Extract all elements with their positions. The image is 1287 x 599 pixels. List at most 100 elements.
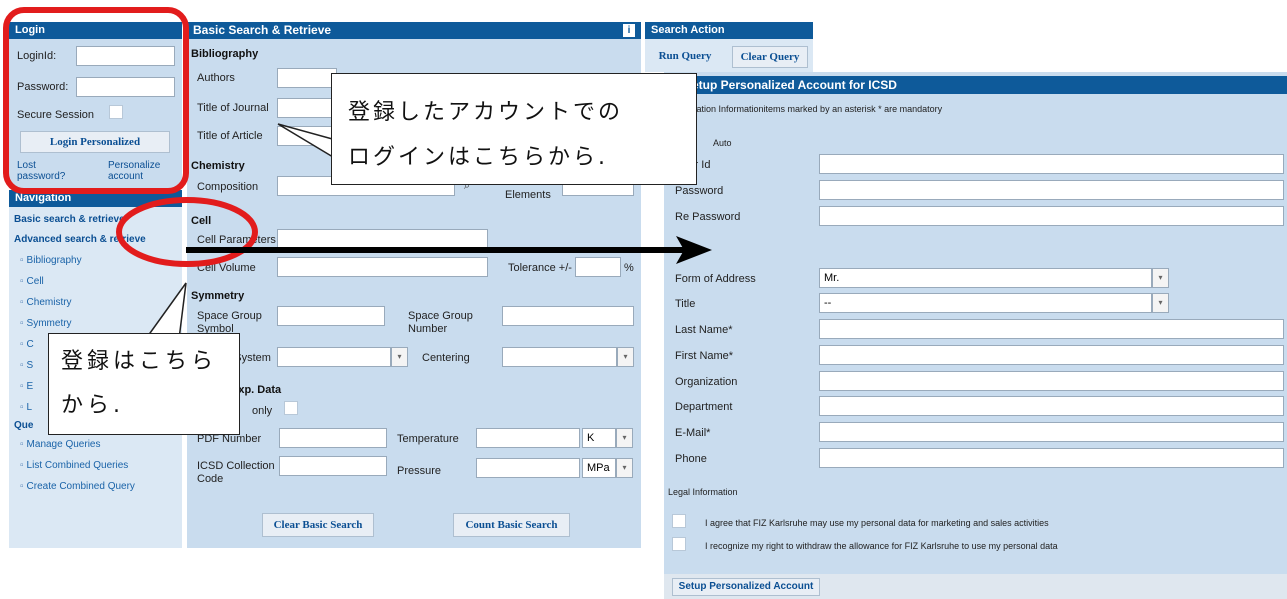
- nav-item-e[interactable]: ▫ E: [20, 381, 33, 392]
- login-callout-line1: 登録したアカウントでの: [348, 100, 624, 125]
- title-select[interactable]: [819, 293, 1152, 313]
- phone-input[interactable]: [819, 448, 1284, 468]
- email-input[interactable]: [819, 422, 1284, 442]
- pressure-label: Pressure: [397, 465, 442, 477]
- chevron-down-icon[interactable]: ▾: [616, 458, 633, 478]
- exp-data-checkbox[interactable]: [284, 401, 298, 415]
- agree-marketing-label: I agree that FIZ Karlsruhe may use my pe…: [705, 518, 1049, 528]
- document-icon: ▫: [20, 481, 24, 492]
- centering-select[interactable]: [502, 347, 617, 367]
- auto-label: Auto: [713, 138, 732, 148]
- setup-personalized-account-button[interactable]: Setup Personalized Account: [672, 578, 820, 596]
- nav-item-label: Chemistry: [26, 297, 72, 308]
- department-input[interactable]: [819, 396, 1284, 416]
- centering-label: Centering: [422, 352, 470, 364]
- legal-information-heading: Legal Information: [668, 487, 738, 497]
- secure-session-checkbox[interactable]: [109, 105, 123, 119]
- register-callout-line1: 登録はこちら: [61, 349, 218, 374]
- crystal-system-select[interactable]: [277, 347, 391, 367]
- cell-volume-label: Cell Volume: [197, 262, 256, 274]
- nav-item-label: Manage Queries: [26, 439, 101, 450]
- authors-label: Authors: [197, 72, 235, 84]
- last-name-input[interactable]: [819, 319, 1284, 339]
- loginid-label: LoginId:: [17, 50, 57, 62]
- chevron-down-icon[interactable]: ▾: [391, 347, 408, 367]
- organization-label: Organization: [675, 376, 738, 388]
- tolerance-input[interactable]: [575, 257, 621, 277]
- nav-basic-search[interactable]: Basic search & retrieve: [14, 214, 125, 225]
- re-password-input[interactable]: [819, 206, 1284, 226]
- nav-item-cell[interactable]: ▫ Cell: [20, 276, 44, 287]
- document-icon: ▫: [20, 381, 24, 392]
- nav-item-list-combined[interactable]: ▫ List Combined Queries: [20, 460, 128, 471]
- temperature-label: Temperature: [397, 433, 459, 445]
- re-password-label: Re Password: [675, 211, 741, 223]
- form-of-address-select[interactable]: [819, 268, 1152, 288]
- loginid-input[interactable]: [76, 46, 175, 66]
- cell-parameters-input[interactable]: [277, 229, 488, 249]
- icsd-code-input[interactable]: [279, 456, 387, 476]
- nav-item-symmetry[interactable]: ▫ Symmetry: [20, 318, 72, 329]
- withdraw-allowance-checkbox[interactable]: [672, 537, 686, 551]
- space-group-symbol-input[interactable]: [277, 306, 385, 326]
- tolerance-text: Tolerance: [508, 262, 556, 274]
- clear-query-button[interactable]: Clear Query: [732, 46, 808, 68]
- chevron-down-icon[interactable]: ▾: [1152, 293, 1169, 313]
- setup-password-input[interactable]: [819, 180, 1284, 200]
- chevron-down-icon[interactable]: ▾: [616, 428, 633, 448]
- temperature-input[interactable]: [476, 428, 580, 448]
- only-label: only: [252, 405, 273, 417]
- cell-volume-input[interactable]: [277, 257, 488, 277]
- withdraw-allowance-label: I recognize my right to withdraw the all…: [705, 541, 1058, 551]
- authors-input[interactable]: [277, 68, 337, 88]
- last-name-label: Last Name*: [675, 324, 733, 336]
- chevron-down-icon[interactable]: ▾: [617, 347, 634, 367]
- nav-item-c[interactable]: ▫ C: [20, 339, 34, 350]
- tolerance-label: Tolerance +/-: [508, 262, 572, 275]
- basic-search-title: Basic Search & Retrieve: [193, 23, 332, 37]
- document-icon: ▫: [20, 318, 24, 329]
- run-query-button[interactable]: Run Query: [650, 46, 720, 68]
- login-header: Login: [9, 22, 182, 39]
- pressure-input[interactable]: [476, 458, 580, 478]
- organization-input[interactable]: [819, 371, 1284, 391]
- cell-parameters-label: Cell Parameters: [197, 234, 276, 246]
- register-callout: 登録はこちら から.: [48, 333, 240, 435]
- title-journal-input[interactable]: [277, 98, 337, 118]
- nav-item-chemistry[interactable]: ▫ Chemistry: [20, 297, 72, 308]
- cell-section: Cell: [191, 215, 212, 227]
- nav-item-bibliography[interactable]: ▫ Bibliography: [20, 255, 82, 266]
- nav-item-label: Symmetry: [26, 318, 72, 329]
- nav-item-s[interactable]: ▫ S: [20, 360, 33, 371]
- nav-advanced-search[interactable]: Advanced search & retrieve: [14, 234, 146, 245]
- nav-item-label: S: [26, 360, 34, 371]
- first-name-input[interactable]: [819, 345, 1284, 365]
- personalize-account-link[interactable]: Personalize account: [108, 160, 168, 182]
- first-name-label: First Name*: [675, 350, 734, 362]
- title-article-input[interactable]: [277, 126, 337, 146]
- tolerance-sign: +/-: [558, 262, 572, 274]
- document-icon: ▫: [20, 297, 24, 308]
- space-group-number-input[interactable]: [502, 306, 634, 326]
- nav-item-manage-queries[interactable]: ▫ Manage Queries: [20, 439, 100, 450]
- login-personalized-button[interactable]: Login Personalized: [20, 131, 170, 153]
- chevron-down-icon[interactable]: ▾: [1152, 268, 1169, 288]
- nav-queries-header: Que: [14, 420, 34, 431]
- user-id-input[interactable]: [819, 154, 1284, 174]
- password-input[interactable]: [76, 77, 175, 97]
- info-icon[interactable]: i: [623, 24, 635, 37]
- login-callout: 登録したアカウントでの ログインはこちらから.: [331, 73, 697, 185]
- document-icon: ▫: [20, 276, 24, 287]
- agree-marketing-checkbox[interactable]: [672, 514, 686, 528]
- pdf-number-input[interactable]: [279, 428, 387, 448]
- clear-basic-search-button[interactable]: Clear Basic Search: [262, 513, 374, 537]
- lost-password-link[interactable]: Lost password?: [17, 160, 67, 182]
- form-of-address-label: Form of Address: [675, 273, 756, 285]
- nav-item-l[interactable]: ▫ L: [20, 402, 32, 413]
- login-callout-line2: ログインはこちらから.: [348, 145, 608, 170]
- temperature-unit-select[interactable]: [582, 428, 616, 448]
- pressure-unit-select[interactable]: [582, 458, 616, 478]
- nav-item-create-combined[interactable]: ▫ Create Combined Query: [20, 481, 135, 492]
- count-basic-search-button[interactable]: Count Basic Search: [453, 513, 570, 537]
- setup-password-label: Password: [675, 185, 724, 197]
